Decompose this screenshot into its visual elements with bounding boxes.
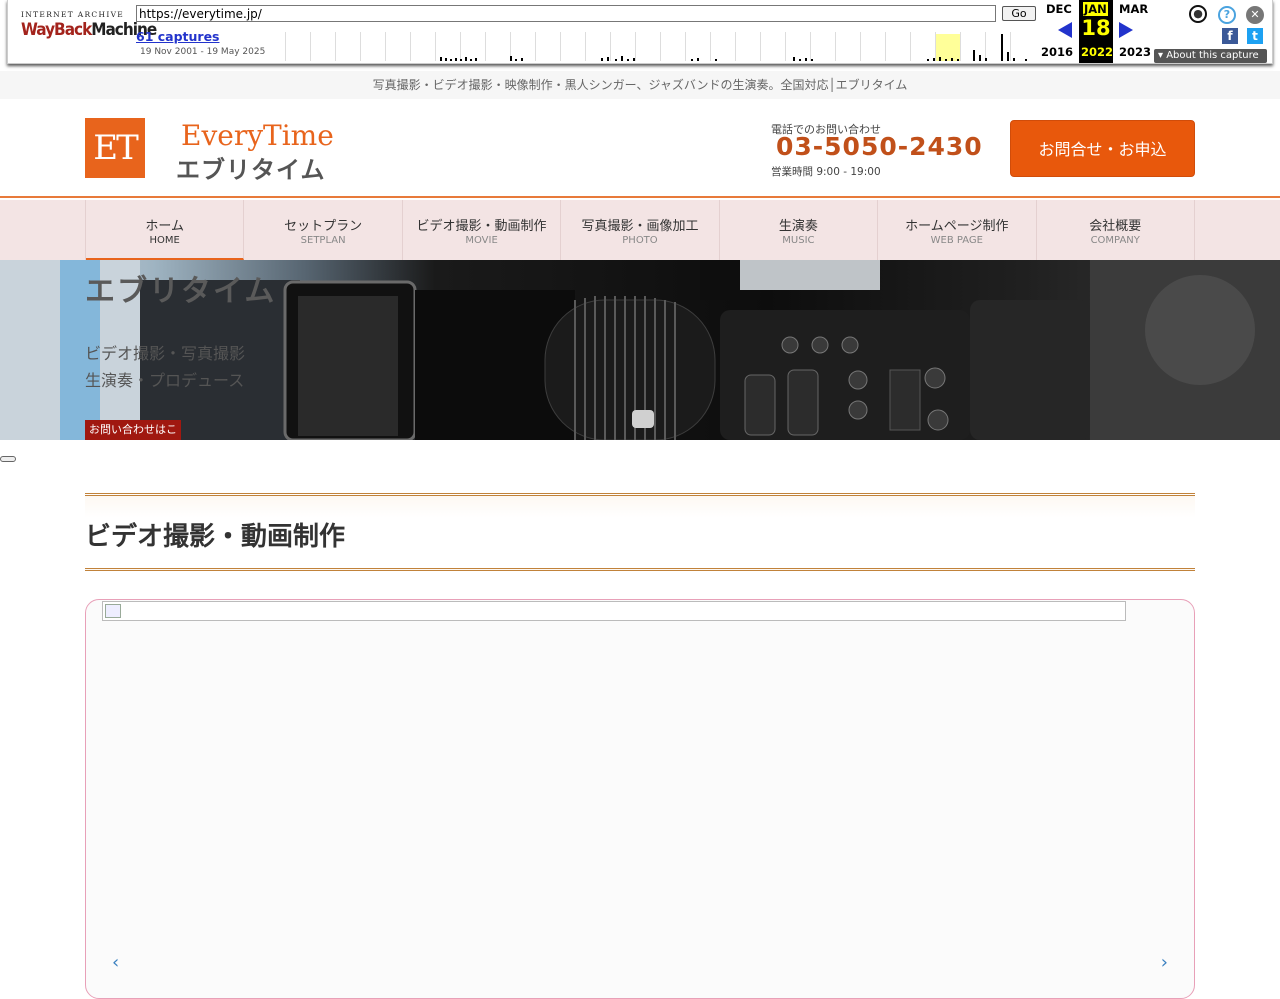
logo-text-en[interactable]: EveryTime <box>181 119 334 152</box>
twitter-icon[interactable]: t <box>1247 28 1263 44</box>
nav-item-label: 写真撮影・画像加工 <box>581 219 699 233</box>
hero-title: エブリタイム <box>85 274 277 309</box>
nav-item-movie[interactable]: ビデオ撮影・動画制作 MOVIE <box>403 200 562 260</box>
wayback-about-label: About this capture <box>1166 50 1259 61</box>
wayback-toolbar-inner: INTERNET ARCHIVE WayBackMachine Go 61 ca… <box>7 0 1273 64</box>
wayback-current-day: 18 <box>1081 16 1111 40</box>
wayback-next-year[interactable]: 2023 <box>1119 45 1151 59</box>
wayback-about-capture[interactable]: ▾ About this capture <box>1154 49 1267 63</box>
nav-item-home[interactable]: ホーム HOME <box>86 200 245 260</box>
tel-number[interactable]: 03-5050-2430 <box>776 132 983 161</box>
close-icon[interactable]: ✕ <box>1246 6 1264 24</box>
broken-image-icon <box>105 604 121 618</box>
hero-banner: エブリタイム ビデオ撮影・写真撮影 生演奏・プロデュース お問い合わせはこちら <box>0 260 1280 440</box>
logo-mark[interactable]: ET <box>85 118 145 178</box>
video-slider: ‹ › <box>85 599 1195 999</box>
facebook-icon[interactable]: f <box>1222 28 1238 44</box>
site-header: ET EveryTime エブリタイム 電話でのお問い合わせ 03-5050-2… <box>0 100 1280 198</box>
section-header: ビデオ撮影・動画制作 <box>85 493 1195 571</box>
wayback-prev-month[interactable]: DEC <box>1046 2 1072 16</box>
nav-item-label: ビデオ撮影・動画制作 <box>416 219 547 233</box>
wayback-go-button[interactable]: Go <box>1002 6 1036 21</box>
wayback-logo-caption: INTERNET ARCHIVE <box>21 10 125 19</box>
nav-item-label: ホームページ制作 <box>905 219 1009 233</box>
nav-item-label: 会社概要 <box>1089 219 1142 233</box>
chevron-down-icon: ▾ <box>1158 50 1167 61</box>
chevron-left-icon[interactable]: ‹ <box>112 952 119 973</box>
wayback-next-month[interactable]: MAR <box>1119 2 1148 16</box>
nav-item-sublabel: SETPLAN <box>300 235 346 246</box>
wayback-captures-link[interactable]: 61 captures <box>136 29 220 44</box>
nav-item-setplan[interactable]: セットプラン SETPLAN <box>244 200 403 260</box>
wayback-next-arrow-icon[interactable] <box>1119 22 1133 38</box>
logo-text-jp[interactable]: エブリタイム <box>176 150 326 185</box>
main-nav-list: ホーム HOME セットプラン SETPLAN ビデオ撮影・動画制作 MOVIE 写真… <box>85 200 1195 260</box>
nav-item-sublabel: WEB PAGE <box>930 235 983 246</box>
wayback-prev-arrow-icon[interactable] <box>1058 22 1072 38</box>
wayback-capture-sparkline[interactable] <box>285 32 1029 61</box>
nav-item-company[interactable]: 会社概要 COMPANY <box>1037 200 1195 260</box>
nav-item-music[interactable]: 生演奏 MUSIC <box>720 200 879 260</box>
slider-control-button[interactable] <box>0 456 16 462</box>
nav-item-sublabel: PHOTO <box>622 235 658 246</box>
broken-image <box>102 601 1126 621</box>
nav-item-sublabel: MUSIC <box>782 235 815 246</box>
nav-item-webpage[interactable]: ホームページ制作 WEB PAGE <box>878 200 1037 260</box>
nav-item-label: ホーム <box>145 219 185 233</box>
chevron-right-icon[interactable]: › <box>1161 952 1168 973</box>
hero-line2: 生演奏・プロデュース <box>85 371 245 390</box>
nav-item-label: セットプラン <box>284 219 363 233</box>
wayback-current-year: 2022 <box>1081 45 1114 59</box>
user-icon[interactable]: ● <box>1189 5 1207 23</box>
wayback-url-input[interactable] <box>136 5 996 22</box>
nav-item-photo[interactable]: 写真撮影・画像加工 PHOTO <box>561 200 720 260</box>
wayback-toolbar: INTERNET ARCHIVE WayBackMachine Go 61 ca… <box>0 0 1280 68</box>
wayback-date-range: 19 Nov 2001 - 19 May 2025 <box>140 47 266 57</box>
contact-button[interactable]: お問合せ・お申込 <box>1010 120 1195 177</box>
wayback-prev-year[interactable]: 2016 <box>1041 45 1073 59</box>
wayback-current-month: JAN <box>1083 2 1108 16</box>
wayback-logo-word1: WayBack <box>21 20 92 40</box>
main-nav: ホーム HOME セットプラン SETPLAN ビデオ撮影・動画制作 MOVIE 写真… <box>0 200 1280 260</box>
hero-contact-badge[interactable]: お問い合わせはこちら <box>85 420 181 440</box>
nav-item-sublabel: HOME <box>149 235 180 246</box>
tel-hours: 営業時間 9:00 - 19:00 <box>771 166 881 178</box>
section-title: ビデオ撮影・動画制作 <box>85 522 346 552</box>
nav-item-sublabel: MOVIE <box>465 235 498 246</box>
question-icon[interactable]: ? <box>1218 6 1236 24</box>
site-tagline: 写真撮影・ビデオ撮影・映像制作・黒人シンガー、ジャズバンドの生演奏。全国対応│エ… <box>0 71 1280 99</box>
hero-line1: ビデオ撮影・写真撮影 <box>85 344 246 363</box>
nav-item-label: 生演奏 <box>778 219 818 233</box>
nav-item-sublabel: COMPANY <box>1090 235 1140 246</box>
